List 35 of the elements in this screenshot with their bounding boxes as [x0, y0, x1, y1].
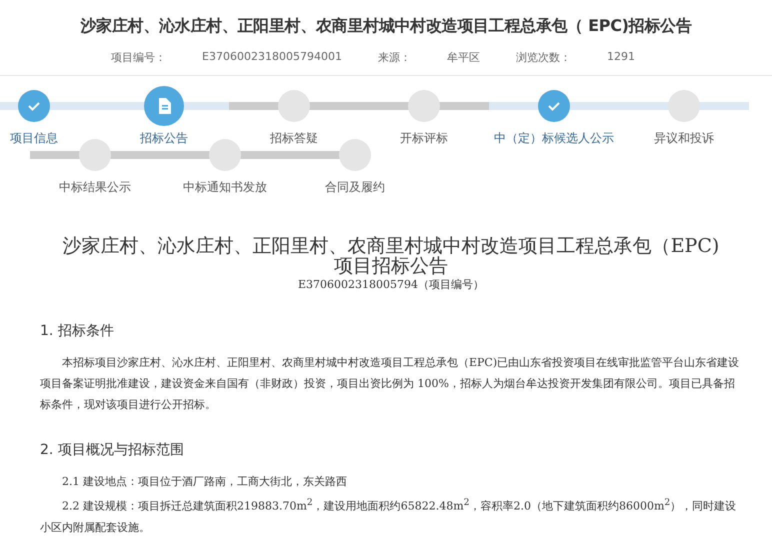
check-icon — [547, 101, 561, 111]
step-circle[interactable] — [18, 90, 50, 122]
step-circle[interactable] — [209, 139, 241, 171]
paragraph: 2.1 建设地点：项目位于酒厂路南，工商大街北，东关路西 — [61, 474, 348, 490]
paragraph: 本招标项目沙家庄村、沁水庄村、正阳里村、农商里村城中村改造项目工程总承包（EPC)已由山东省投资项目在线审批监管平台山东省建设项目备案证明批准建设，建设资金来自国有（非财政）投资，项目出资比例为 100%，招标人为烟台牟达投资开发集团有限公司。项目已具备招标条件，现对该项目进行公开招标。 — [40, 355, 740, 413]
step-circle[interactable] — [278, 90, 310, 122]
step-circle[interactable] — [79, 139, 111, 171]
section-heading: 2. 项目概况与招标范围 — [40, 441, 185, 459]
step-label[interactable]: 中标结果公示 — [59, 179, 131, 196]
step-label[interactable]: 开标评标 — [400, 130, 448, 147]
meta-value: 牟平区 — [446, 50, 480, 65]
step-circle[interactable] — [668, 90, 700, 122]
step-label[interactable]: 招标公告 — [140, 130, 188, 147]
step-label[interactable]: 异议和投诉 — [654, 130, 714, 147]
step-label[interactable]: 合同及履约 — [325, 179, 385, 196]
check-icon — [27, 101, 41, 111]
project-code: E3706002318005794（项目编号） — [296, 277, 485, 292]
step-circle[interactable] — [144, 86, 184, 126]
step-circle[interactable] — [538, 90, 570, 122]
step-label[interactable]: 项目信息 — [10, 130, 58, 147]
meta-value: 1291 — [606, 50, 635, 65]
step-label[interactable]: 中标通知书发放 — [183, 179, 267, 196]
meta-label: 来源： — [378, 50, 411, 65]
step-label[interactable]: 招标答疑 — [270, 130, 318, 147]
document-title: 沙家庄村、沁水庄村、正阳里村、农商里村城中村改造项目工程总承包（EPC)项目招标公告 — [62, 236, 720, 276]
document-icon — [158, 98, 170, 114]
step-circle[interactable] — [408, 90, 440, 122]
step-circle[interactable] — [339, 139, 371, 171]
paragraph: 2.2 建设规模：项目拆迁总建筑面积219883.70m$^{2}$，建设用地面积约65822.48m$^{2}$，容积率2.0（地下建筑面积约86000m$^{2}$），同时建设小区内附属配套设施。 — [40, 496, 738, 536]
section-heading: 1. 招标条件 — [40, 322, 115, 340]
meta-label: 项目编号： — [111, 50, 166, 65]
meta-label: 浏览次数： — [516, 50, 571, 65]
meta-value: E3706002318005794001 — [202, 50, 342, 65]
page-title: 沙家庄村、沁水庄村、正阳里村、农商里村城中村改造项目工程总承包（ EPC)招标公告 — [80, 16, 693, 37]
step-label[interactable]: 中（定）标候选人公示 — [494, 130, 614, 147]
